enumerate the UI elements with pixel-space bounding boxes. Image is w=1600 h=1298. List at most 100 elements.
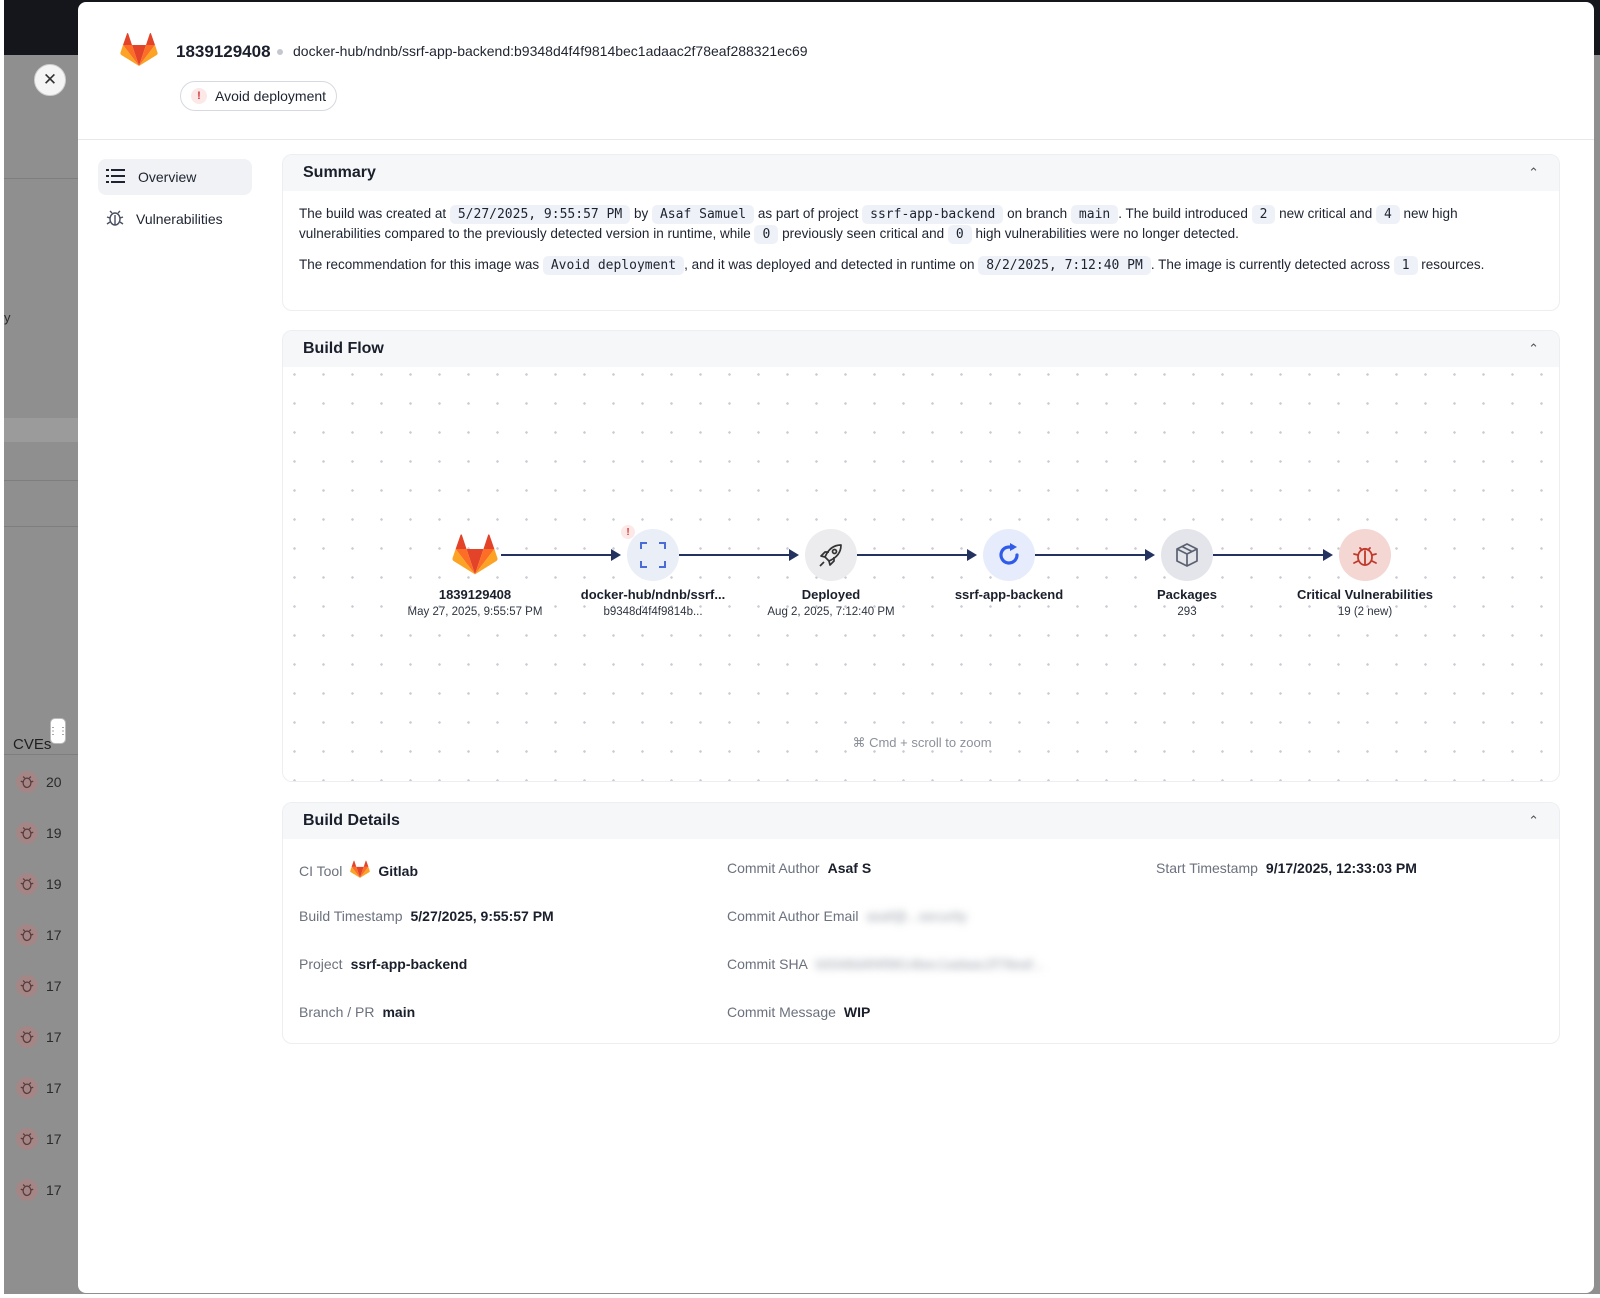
chevron-up-icon[interactable]: ⌃ (1528, 813, 1539, 829)
field-label: Commit Author Email (727, 908, 859, 924)
divider (4, 178, 78, 179)
field-ci-tool: CI Tool Gitlab (299, 860, 418, 882)
section-title: Build Details (303, 812, 400, 829)
nav-item-overview[interactable]: Overview (98, 159, 252, 195)
modal-header: 1839129408 docker-hub/ndnb/ssrf-app-back… (78, 2, 1594, 140)
flow-node-project[interactable]: ssrf-app-backend (914, 529, 1104, 606)
nav-item-vulnerabilities[interactable]: Vulnerabilities (98, 201, 252, 237)
backdrop-cve-score: 20 (46, 774, 62, 790)
field-value: Gitlab (378, 863, 418, 879)
old-high-chip: 0 (947, 225, 972, 244)
summary-section: Summary ⌃ The build was created at 5/27/… (282, 154, 1560, 311)
bug-icon (106, 209, 124, 230)
backdrop-cve-row[interactable]: 19 (16, 873, 62, 895)
bug-icon (16, 771, 38, 793)
divider (4, 480, 78, 481)
backdrop-cve-row[interactable]: 17 (16, 1026, 62, 1048)
node-sublabel: 293 (1177, 606, 1197, 618)
chevron-up-icon[interactable]: ⌃ (1528, 341, 1539, 357)
build-id: 1839129408 (176, 42, 271, 61)
resources-chip: 1 (1393, 256, 1418, 275)
bug-icon (16, 822, 38, 844)
node-sublabel: May 27, 2025, 9:55:57 PM (407, 606, 543, 618)
field-value: b9348d4f4f9814bec1adaac2f78eaf... (815, 956, 1045, 972)
bug-icon (16, 873, 38, 895)
backdrop-cve-row[interactable]: 17 (16, 1179, 62, 1201)
project-chip: ssrf-app-backend (862, 205, 1004, 224)
node-label: Deployed (801, 587, 861, 602)
field-value: main (382, 1004, 416, 1020)
backdrop-cves-header: CVEs (13, 736, 52, 753)
field-value: ssrf-app-backend (350, 956, 468, 972)
field-commit-sha: Commit SHA b9348d4f4f9814bec1adaac2f78ea… (727, 956, 1044, 972)
backdrop-cve-row[interactable]: 17 (16, 1128, 62, 1150)
node-sublabel: 19 (2 new) (1337, 606, 1393, 618)
field-label: CI Tool (299, 863, 343, 879)
alert-icon: ! (621, 525, 635, 539)
close-modal-button[interactable]: ✕ (34, 64, 66, 96)
flow-node-packages[interactable]: Packages 293 (1092, 529, 1282, 618)
branch-chip: main (1070, 205, 1119, 224)
field-build-timestamp: Build Timestamp 5/27/2025, 9:55:57 PM (299, 908, 554, 924)
recommendation-label: Avoid deployment (215, 88, 327, 104)
node-label: ssrf-app-backend (954, 587, 1064, 602)
backdrop-row-highlight (4, 418, 78, 442)
recommendation-chip: Avoid deployment (542, 256, 685, 275)
list-icon (106, 168, 126, 187)
node-label: Packages (1157, 587, 1217, 602)
author-chip: Asaf Samuel (651, 205, 755, 224)
flow-node-deployed[interactable]: Deployed Aug 2, 2025, 7:12:40 PM (736, 529, 926, 618)
flow-node-build[interactable]: 1839129408 May 27, 2025, 9:55:57 PM (380, 529, 570, 618)
field-start-timestamp: Start Timestamp 9/17/2025, 12:33:03 PM (1156, 860, 1417, 876)
summary-header[interactable]: Summary ⌃ (283, 155, 1559, 191)
gitlab-logo-icon (120, 32, 158, 73)
node-label: docker-hub/ndnb/ssrf... (580, 587, 726, 602)
backdrop-cve-row[interactable]: 20 (16, 771, 62, 793)
nav-item-label: Overview (138, 169, 197, 185)
backdrop-text: y (4, 310, 11, 325)
nav-item-label: Vulnerabilities (136, 211, 223, 227)
side-nav: Overview Vulnerabilities (98, 159, 252, 243)
separator-dot (277, 49, 283, 55)
bug-icon (16, 1026, 38, 1048)
backdrop-cve-score: 17 (46, 1029, 62, 1045)
field-commit-author: Commit Author Asaf S (727, 860, 871, 876)
node-sublabel: Aug 2, 2025, 7:12:40 PM (767, 606, 895, 618)
package-icon (1161, 529, 1213, 581)
field-label: Commit SHA (727, 956, 808, 972)
node-label: Critical Vulnerabilities (1296, 587, 1434, 602)
bug-icon (16, 1128, 38, 1150)
backdrop-cve-row[interactable]: 17 (16, 975, 62, 997)
node-sublabel: b9348d4f4f9814b... (603, 606, 703, 618)
field-value: WIP (843, 1004, 871, 1020)
flow-node-image[interactable]: ! docker-hub/ndnb/ssrf... b9348d4f4f9814… (558, 525, 748, 618)
zoom-hint: ⌘ Cmd + scroll to zoom (852, 735, 992, 750)
chevron-up-icon[interactable]: ⌃ (1528, 165, 1539, 181)
drag-handle-icon[interactable]: ⋮⋮ (48, 718, 68, 744)
backdrop-cve-score: 17 (46, 1080, 62, 1096)
recommendation-badge: ! Avoid deployment (180, 81, 338, 111)
flow-canvas[interactable]: 1839129408 May 27, 2025, 9:55:57 PM ! do… (283, 367, 1559, 781)
gitlab-icon (350, 860, 371, 882)
backdrop-cve-row[interactable]: 17 (16, 924, 62, 946)
bug-icon (16, 1077, 38, 1099)
rocket-icon (805, 529, 857, 581)
new-high-chip: 4 (1375, 205, 1400, 224)
created-chip: 5/27/2025, 9:55:57 PM (449, 205, 631, 224)
summary-paragraph: The recommendation for this image was Av… (299, 256, 1485, 275)
summary-paragraph: The build was created at 5/27/2025, 9:55… (299, 205, 1458, 244)
field-label: Project (299, 956, 343, 972)
build-detail-modal: 1839129408 docker-hub/ndnb/ssrf-app-back… (78, 2, 1594, 1293)
field-label: Commit Author (727, 860, 820, 876)
build-flow-header[interactable]: Build Flow ⌃ (283, 331, 1559, 367)
field-branch: Branch / PR main (299, 1004, 415, 1020)
backdrop-cve-row[interactable]: 19 (16, 822, 62, 844)
build-details-header[interactable]: Build Details ⌃ (283, 803, 1559, 839)
deployed-chip: 8/2/2025, 7:12:40 PM (978, 256, 1151, 275)
backdrop-cve-row[interactable]: 17 (16, 1077, 62, 1099)
field-project: Project ssrf-app-backend (299, 956, 467, 972)
divider (4, 526, 78, 527)
field-label: Start Timestamp (1156, 860, 1258, 876)
section-title: Build Flow (303, 340, 384, 357)
flow-node-critical-vulnerabilities[interactable]: Critical Vulnerabilities 19 (2 new) (1270, 529, 1460, 618)
